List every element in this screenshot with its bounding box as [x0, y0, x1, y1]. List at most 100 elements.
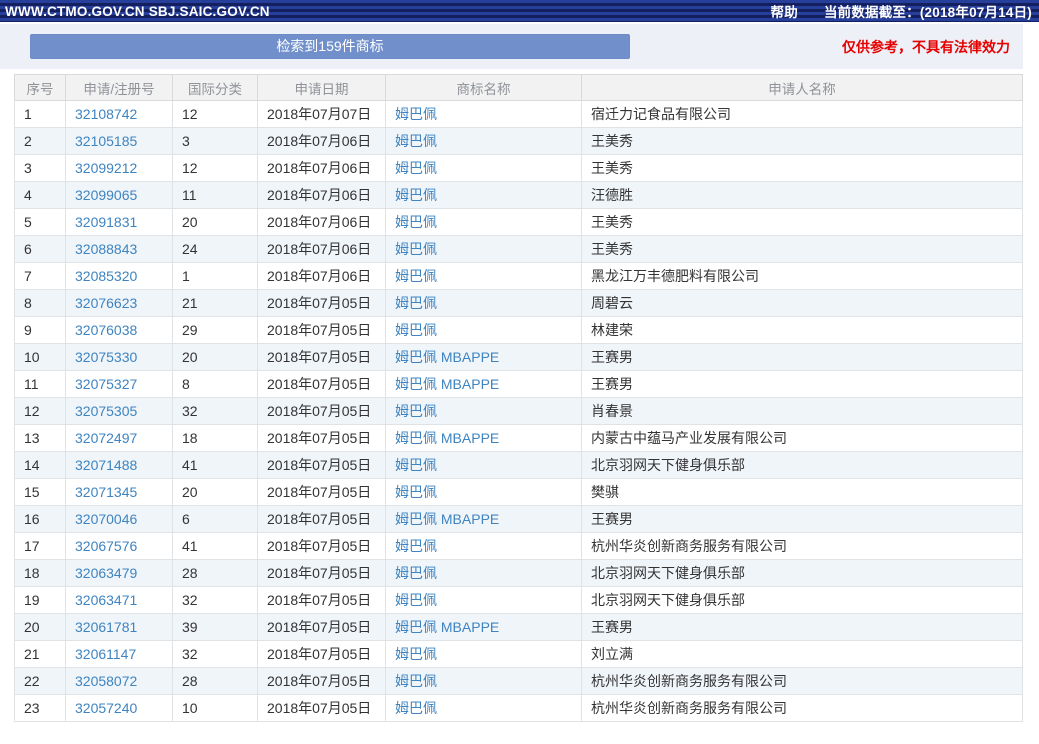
trademark-name-link[interactable]: 姆巴佩 [395, 268, 437, 284]
application-number-link[interactable]: 32063479 [75, 565, 137, 581]
trademark-name-link[interactable]: 姆巴佩 [395, 538, 437, 554]
trademark-name-link[interactable]: 姆巴佩 [395, 700, 437, 716]
applicant-name-cell: 刘立满 [581, 640, 1023, 668]
application-date-cell: 2018年07月05日 [257, 316, 386, 344]
trademark-name-link[interactable]: 姆巴佩 [395, 133, 437, 149]
application-number-link[interactable]: 32063471 [75, 592, 137, 608]
intl-class-cell: 20 [172, 478, 258, 506]
application-number-cell: 32099065 [65, 181, 173, 209]
trademark-name-link[interactable]: 姆巴佩 MBAPPE [395, 349, 499, 365]
result-count-button[interactable]: 检索到159件商标 [30, 34, 630, 59]
application-number-link[interactable]: 32075327 [75, 376, 137, 392]
table-row: 2 32105185 3 2018年07月06日 姆巴佩 王美秀 [14, 127, 1023, 155]
application-number-link[interactable]: 32061147 [75, 646, 136, 662]
serial-cell: 22 [14, 667, 66, 695]
intl-class-cell: 20 [172, 343, 258, 371]
applicant-name-cell: 周碧云 [581, 289, 1023, 317]
application-number-link[interactable]: 32070046 [75, 511, 137, 527]
application-number-link[interactable]: 32099065 [75, 187, 137, 203]
trademark-name-link[interactable]: 姆巴佩 MBAPPE [395, 619, 499, 635]
serial-cell: 23 [14, 694, 66, 722]
trademark-name-link[interactable]: 姆巴佩 [395, 592, 437, 608]
application-number-link[interactable]: 32088843 [75, 241, 137, 257]
application-number-link[interactable]: 32076038 [75, 322, 137, 338]
applicant-name-cell: 王赛男 [581, 343, 1023, 371]
serial-cell: 10 [14, 343, 66, 371]
table-row: 19 32063471 32 2018年07月05日 姆巴佩 北京羽网天下健身俱乐部 [14, 586, 1023, 614]
application-date-cell: 2018年07月07日 [257, 100, 386, 128]
help-link[interactable]: 帮助 [771, 1, 798, 21]
serial-cell: 14 [14, 451, 66, 479]
application-date-cell: 2018年07月06日 [257, 262, 386, 290]
trademark-name-cell: 姆巴佩 [385, 451, 582, 479]
intl-class-cell: 32 [172, 640, 258, 668]
application-number-cell: 32088843 [65, 235, 173, 263]
application-number-link[interactable]: 32058072 [75, 673, 137, 689]
application-number-cell: 32070046 [65, 505, 173, 533]
application-number-link[interactable]: 32057240 [75, 700, 137, 716]
trademark-name-link[interactable]: 姆巴佩 [395, 457, 437, 473]
table-row: 1 32108742 12 2018年07月07日 姆巴佩 宿迁力记食品有限公司 [14, 100, 1023, 128]
trademark-name-cell: 姆巴佩 [385, 289, 582, 317]
application-number-link[interactable]: 32099212 [75, 160, 137, 176]
application-number-link[interactable]: 32071345 [75, 484, 137, 500]
application-number-cell: 32061781 [65, 613, 173, 641]
topbar-right: 帮助 当前数据截至：(2018年07月14日) [771, 1, 1032, 21]
applicant-name-cell: 肖春景 [581, 397, 1023, 425]
trademark-table-body: 1 32108742 12 2018年07月07日 姆巴佩 宿迁力记食品有限公司 2 3210… [14, 100, 1023, 722]
trademark-name-link[interactable]: 姆巴佩 [395, 322, 437, 338]
application-number-link[interactable]: 32105185 [75, 133, 137, 149]
trademark-name-link[interactable]: 姆巴佩 [395, 565, 437, 581]
application-number-link[interactable]: 32085320 [75, 268, 137, 284]
application-number-link[interactable]: 32108742 [75, 106, 137, 122]
trademark-name-link[interactable]: 姆巴佩 [395, 106, 437, 122]
trademark-name-link[interactable]: 姆巴佩 [395, 295, 437, 311]
trademark-name-link[interactable]: 姆巴佩 [395, 673, 437, 689]
application-number-link[interactable]: 32072497 [75, 430, 137, 446]
serial-cell: 3 [14, 154, 66, 182]
application-number-link[interactable]: 32061781 [75, 619, 137, 635]
table-row: 14 32071488 41 2018年07月05日 姆巴佩 北京羽网天下健身俱乐部 [14, 451, 1023, 479]
trademark-name-link[interactable]: 姆巴佩 [395, 160, 437, 176]
trademark-name-link[interactable]: 姆巴佩 [395, 241, 437, 257]
trademark-name-link[interactable]: 姆巴佩 [395, 187, 437, 203]
trademark-name-link[interactable]: 姆巴佩 [395, 214, 437, 230]
trademark-name-cell: 姆巴佩 [385, 478, 582, 506]
intl-class-cell: 20 [172, 208, 258, 236]
serial-cell: 7 [14, 262, 66, 290]
application-number-cell: 32063471 [65, 586, 173, 614]
trademark-name-link[interactable]: 姆巴佩 MBAPPE [395, 511, 499, 527]
application-date-cell: 2018年07月05日 [257, 640, 386, 668]
trademark-name-cell: 姆巴佩 [385, 262, 582, 290]
applicant-name-cell: 王美秀 [581, 235, 1023, 263]
trademark-name-cell: 姆巴佩 MBAPPE [385, 343, 582, 371]
applicant-name-cell: 王赛男 [581, 613, 1023, 641]
applicant-name-cell: 杭州华炎创新商务服务有限公司 [581, 667, 1023, 695]
trademark-name-link[interactable]: 姆巴佩 MBAPPE [395, 376, 499, 392]
application-number-cell: 32057240 [65, 694, 173, 722]
application-number-link[interactable]: 32071488 [75, 457, 137, 473]
trademark-name-link[interactable]: 姆巴佩 MBAPPE [395, 430, 499, 446]
application-date-cell: 2018年07月05日 [257, 370, 386, 398]
trademark-name-cell: 姆巴佩 [385, 154, 582, 182]
table-row: 11 32075327 8 2018年07月05日 姆巴佩 MBAPPE 王赛男 [14, 370, 1023, 398]
column-header-intl-class: 国际分类 [172, 74, 258, 101]
application-number-link[interactable]: 32067576 [75, 538, 137, 554]
application-date-cell: 2018年07月06日 [257, 127, 386, 155]
serial-cell: 20 [14, 613, 66, 641]
applicant-name-cell: 王赛男 [581, 370, 1023, 398]
application-number-link[interactable]: 32075305 [75, 403, 137, 419]
trademark-name-link[interactable]: 姆巴佩 [395, 403, 437, 419]
intl-class-cell: 18 [172, 424, 258, 452]
intl-class-cell: 39 [172, 613, 258, 641]
trademark-name-link[interactable]: 姆巴佩 [395, 646, 437, 662]
applicant-name-cell: 黑龙江万丰德肥料有限公司 [581, 262, 1023, 290]
intl-class-cell: 28 [172, 559, 258, 587]
application-number-link[interactable]: 32075330 [75, 349, 137, 365]
application-number-link[interactable]: 32091831 [75, 214, 137, 230]
application-number-link[interactable]: 32076623 [75, 295, 137, 311]
applicant-name-cell: 汪德胜 [581, 181, 1023, 209]
trademark-name-link[interactable]: 姆巴佩 [395, 484, 437, 500]
application-date-cell: 2018年07月05日 [257, 478, 386, 506]
intl-class-cell: 21 [172, 289, 258, 317]
